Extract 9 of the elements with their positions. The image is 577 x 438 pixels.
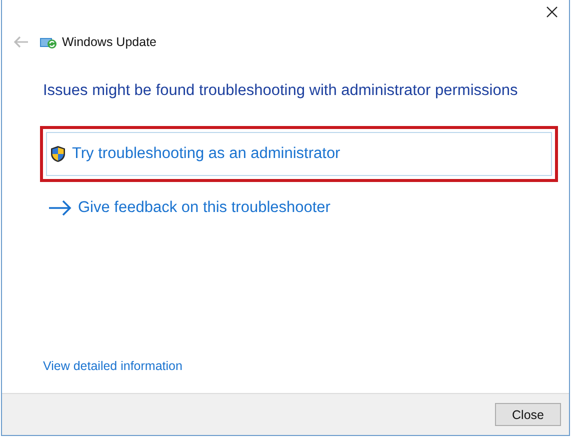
details-link[interactable]: View detailed information <box>43 359 182 373</box>
arrow-icon <box>48 200 72 216</box>
window-title: Windows Update <box>62 35 156 49</box>
close-button[interactable]: Close <box>495 403 561 426</box>
admin-link[interactable]: Try troubleshooting as an administrator <box>46 132 552 176</box>
shield-icon <box>50 145 66 163</box>
update-icon <box>40 36 57 48</box>
heading: Issues might be found troubleshooting with administrator permissions <box>43 82 519 100</box>
feedback-link[interactable]: Give feedback on this troubleshooter <box>40 186 558 230</box>
